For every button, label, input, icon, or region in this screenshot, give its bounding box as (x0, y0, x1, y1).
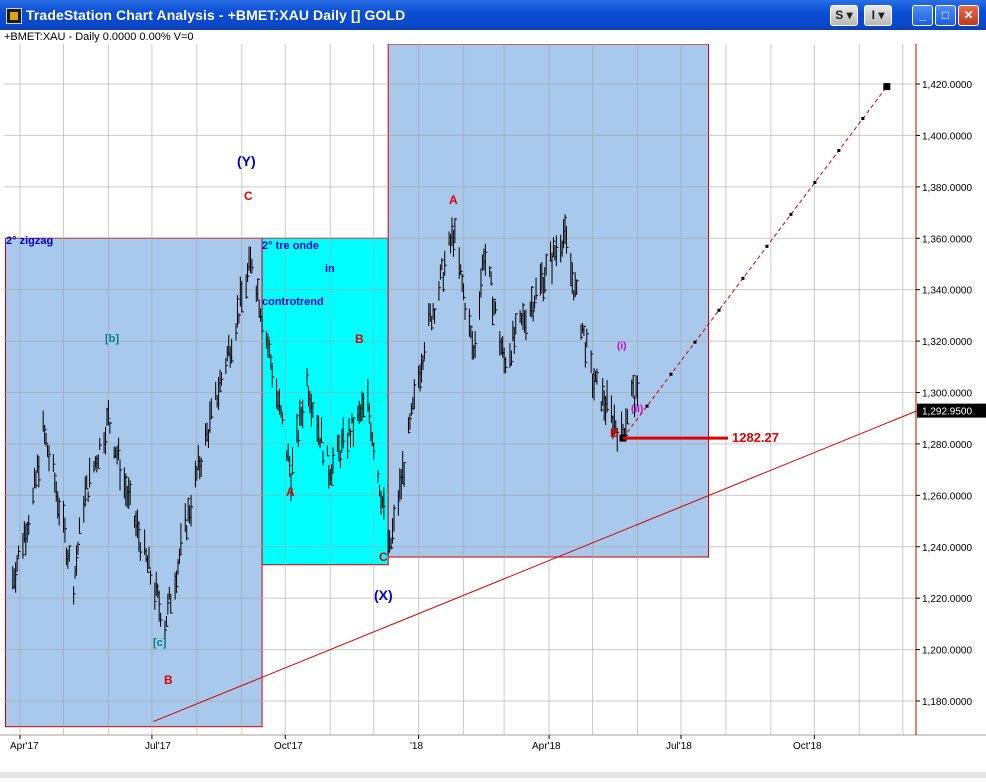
horizontal-scrollbar[interactable] (0, 772, 986, 778)
price-tick-label: 1,380.0000 (922, 183, 972, 194)
title-bar[interactable]: TradeStation Chart Analysis - +BMET:XAU … (0, 0, 986, 30)
window-title: TradeStation Chart Analysis - +BMET:XAU … (26, 7, 406, 23)
wave-label: (X) (374, 587, 393, 603)
price-tick-label: 1,200.0000 (922, 646, 972, 657)
chevron-down-icon: ▾ (878, 8, 885, 22)
price-tick-label: 1,320.0000 (922, 337, 972, 348)
tradestation-app-icon (6, 8, 22, 24)
wave-label: B (355, 332, 364, 346)
price-tick-label: 1,340.0000 (922, 286, 972, 297)
price-tick-label: 1,360.0000 (922, 234, 972, 245)
price-tick-label: 1,220.0000 (922, 594, 972, 605)
projection-marker (789, 212, 793, 216)
projection-marker (765, 244, 769, 248)
maximize-icon: □ (941, 8, 950, 22)
zone-label-zigzag: 2° zigzag (6, 235, 53, 247)
projection-target-marker[interactable] (883, 83, 891, 91)
price-tick-label: 1,180.0000 (922, 697, 972, 708)
wave-zone-1 (5, 237, 263, 728)
wave-label: (i) (617, 341, 626, 352)
support-level-label: 1282.27 (732, 430, 779, 445)
projection-marker (861, 117, 865, 121)
projection-marker (669, 372, 673, 376)
zone-label-in: in (325, 263, 335, 275)
wave-label: [b] (105, 333, 119, 345)
last-price-label: 1,292.9500 (922, 407, 972, 418)
symbol-info-bar: +BMET:XAU - Daily 0.0000 0.00% V=0 (0, 30, 986, 44)
close-icon: ✕ (963, 8, 974, 22)
maximize-button[interactable]: □ (935, 5, 956, 26)
price-tick-label: 1,420.0000 (922, 80, 972, 91)
projection-marker (717, 308, 721, 312)
s-menu-label: S (835, 8, 844, 22)
chevron-down-icon: ▾ (846, 8, 853, 22)
s-menu-button[interactable]: S ▾ (830, 5, 858, 26)
time-tick-label: Jul'18 (666, 741, 692, 752)
projection-marker (741, 276, 745, 280)
projection-marker (693, 340, 697, 344)
chart-area[interactable]: 1282.27 2° zigzag 2° tre onde in controtrend… (0, 30, 986, 778)
wave-label: B (164, 673, 173, 687)
projection-marker (813, 180, 817, 184)
time-tick-label: Apr'18 (532, 741, 561, 752)
wave-label: C (379, 550, 388, 564)
i-menu-button[interactable]: I ▾ (864, 5, 892, 26)
price-tick-label: 1,300.0000 (922, 389, 972, 400)
wave-zone-3 (387, 43, 710, 558)
minimize-icon: _ (919, 8, 926, 22)
symbol-info-text: +BMET:XAU - Daily 0.0000 0.00% V=0 (4, 31, 194, 43)
close-button[interactable]: ✕ (958, 5, 979, 26)
price-tick-label: 1,240.0000 (922, 543, 972, 554)
price-tick-label: 1,260.0000 (922, 491, 972, 502)
projection-marker (837, 148, 841, 152)
wave-label: B (610, 426, 619, 440)
price-chart[interactable]: 1282.27 2° zigzag 2° tre onde in controtrend… (0, 30, 986, 778)
wave-label: (ii) (631, 404, 643, 415)
time-tick-label: Oct'17 (274, 741, 303, 752)
price-tick-label: 1,280.0000 (922, 440, 972, 451)
wave-label: (Y) (237, 153, 256, 169)
wave-label: [c] (153, 637, 167, 649)
zone-label-tre-onde: 2° tre onde (262, 240, 319, 252)
time-tick-label: '18 (410, 741, 423, 752)
zone-label-controtrend: controtrend (262, 296, 324, 308)
time-tick-label: Apr'17 (10, 741, 39, 752)
i-menu-label: I (871, 8, 875, 22)
wave-label: A (286, 485, 295, 499)
wave-zone-2 (261, 237, 389, 566)
wave-label: A (449, 193, 458, 207)
projection-marker (645, 404, 649, 408)
minimize-button[interactable]: _ (912, 5, 933, 26)
time-tick-label: Jul'17 (145, 741, 171, 752)
wave-label: C (244, 189, 253, 203)
price-tick-label: 1,400.0000 (922, 131, 972, 142)
time-tick-label: Oct'18 (793, 741, 822, 752)
